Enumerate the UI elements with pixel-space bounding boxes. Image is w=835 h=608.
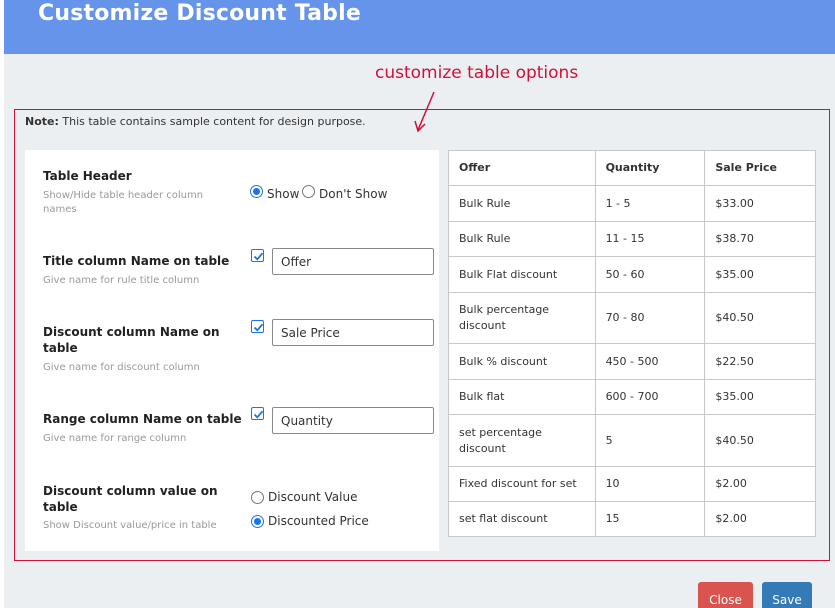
discount-column-checkbox[interactable] xyxy=(251,320,264,333)
discounted-price-label[interactable]: Discounted Price xyxy=(268,514,369,528)
quantity-cell: 450 - 500 xyxy=(594,343,706,380)
quantity-cell: 50 - 60 xyxy=(594,256,706,293)
offer-cell: Bulk Flat discount xyxy=(448,256,596,293)
offer-cell: set percentage discount xyxy=(448,414,596,467)
table-row: Bulk percentage discount 70 - 80 $40.50 xyxy=(448,292,816,344)
checkmark-icon xyxy=(253,323,264,332)
discount-column-title: Discount column Name on table xyxy=(43,325,220,355)
table-header-show-radio[interactable] xyxy=(250,185,263,198)
discount-value-radio[interactable] xyxy=(251,491,264,504)
sale-price-cell: $22.50 xyxy=(704,343,816,380)
quantity-cell: 10 xyxy=(594,466,706,502)
table-header-help: Show/Hide table header column names xyxy=(43,190,204,215)
quantity-cell: 11 - 15 xyxy=(594,221,706,257)
title-column-name-input[interactable] xyxy=(272,248,434,275)
quantity-cell: 15 xyxy=(594,501,706,537)
discount-value-help: Show Discount value/price in table xyxy=(43,520,217,531)
table-row: set flat discount 15 $2.00 xyxy=(448,501,816,537)
column-header-quantity: Quantity xyxy=(594,150,706,186)
title-column-help: Give name for rule title column xyxy=(43,275,200,286)
range-column-checkbox[interactable] xyxy=(251,407,264,420)
checkmark-icon xyxy=(253,410,264,419)
close-button[interactable]: Close xyxy=(698,582,753,608)
discount-preview-table: Offer Quantity Sale Price Bulk Rule 1 - 5… xyxy=(448,150,816,537)
sale-price-cell: $33.00 xyxy=(704,185,816,222)
customize-discount-table-modal: Customize Discount Table customize table… xyxy=(4,0,835,608)
offer-cell: Bulk % discount xyxy=(448,343,596,380)
sale-price-cell: $2.00 xyxy=(704,501,816,537)
sale-price-cell: $2.00 xyxy=(704,466,816,502)
range-column-title: Range column Name on table xyxy=(43,412,242,426)
sale-price-cell: $35.00 xyxy=(704,379,816,415)
table-header-title: Table Header xyxy=(43,169,132,183)
sale-price-cell: $40.50 xyxy=(704,414,816,467)
title-column-title: Title column Name on table xyxy=(43,254,230,268)
note-text: This table contains sample content for d… xyxy=(58,115,366,128)
table-header-row: Offer Quantity Sale Price xyxy=(448,150,816,186)
settings-panel: Table Header Show/Hide table header colu… xyxy=(25,150,439,551)
sale-price-cell: $38.70 xyxy=(704,221,816,257)
quantity-cell: 600 - 700 xyxy=(594,379,706,415)
sale-price-cell: $40.50 xyxy=(704,292,816,344)
discount-column-help: Give name for discount column xyxy=(43,362,200,373)
table-row: Bulk flat 600 - 700 $35.00 xyxy=(448,379,816,415)
table-header-dont-show-radio[interactable] xyxy=(302,185,315,198)
checkmark-icon xyxy=(253,252,264,261)
note: Note: This table contains sample content… xyxy=(25,115,366,128)
quantity-cell: 1 - 5 xyxy=(594,185,706,222)
table-row: Bulk Rule 1 - 5 $33.00 xyxy=(448,185,816,222)
offer-cell: Fixed discount for set xyxy=(448,466,596,502)
discount-value-label[interactable]: Discount Value xyxy=(268,490,357,504)
sale-price-cell: $35.00 xyxy=(704,256,816,293)
note-label: Note: xyxy=(25,115,59,128)
table-header-show-label[interactable]: Show xyxy=(267,187,299,201)
offer-cell: Bulk Rule xyxy=(448,221,596,257)
table-row: Fixed discount for set 10 $2.00 xyxy=(448,466,816,502)
offer-cell: Bulk percentage discount xyxy=(448,292,596,344)
table-row: Bulk Rule 11 - 15 $38.70 xyxy=(448,221,816,257)
range-column-help: Give name for range column xyxy=(43,433,187,444)
quantity-cell: 70 - 80 xyxy=(594,292,706,344)
table-row: set percentage discount 5 $40.50 xyxy=(448,414,816,467)
title-column-checkbox[interactable] xyxy=(251,249,264,262)
offer-cell: set flat discount xyxy=(448,501,596,537)
table-header-dont-show-label[interactable]: Don't Show xyxy=(319,187,387,201)
offer-cell: Bulk flat xyxy=(448,379,596,415)
column-header-sale-price: Sale Price xyxy=(704,150,816,186)
offer-cell: Bulk Rule xyxy=(448,185,596,222)
discount-value-title: Discount column value on table xyxy=(43,484,218,514)
discount-column-name-input[interactable] xyxy=(272,319,434,346)
save-button[interactable]: Save xyxy=(762,582,812,608)
table-row: Bulk Flat discount 50 - 60 $35.00 xyxy=(448,256,816,293)
quantity-cell: 5 xyxy=(594,414,706,467)
modal-title: Customize Discount Table xyxy=(38,1,361,26)
discounted-price-radio[interactable] xyxy=(251,515,264,528)
range-column-name-input[interactable] xyxy=(272,407,434,434)
table-row: Bulk % discount 450 - 500 $22.50 xyxy=(448,343,816,380)
annotation-label: customize table options xyxy=(375,63,579,83)
modal-header: Customize Discount Table xyxy=(4,0,835,54)
column-header-offer: Offer xyxy=(448,150,596,186)
